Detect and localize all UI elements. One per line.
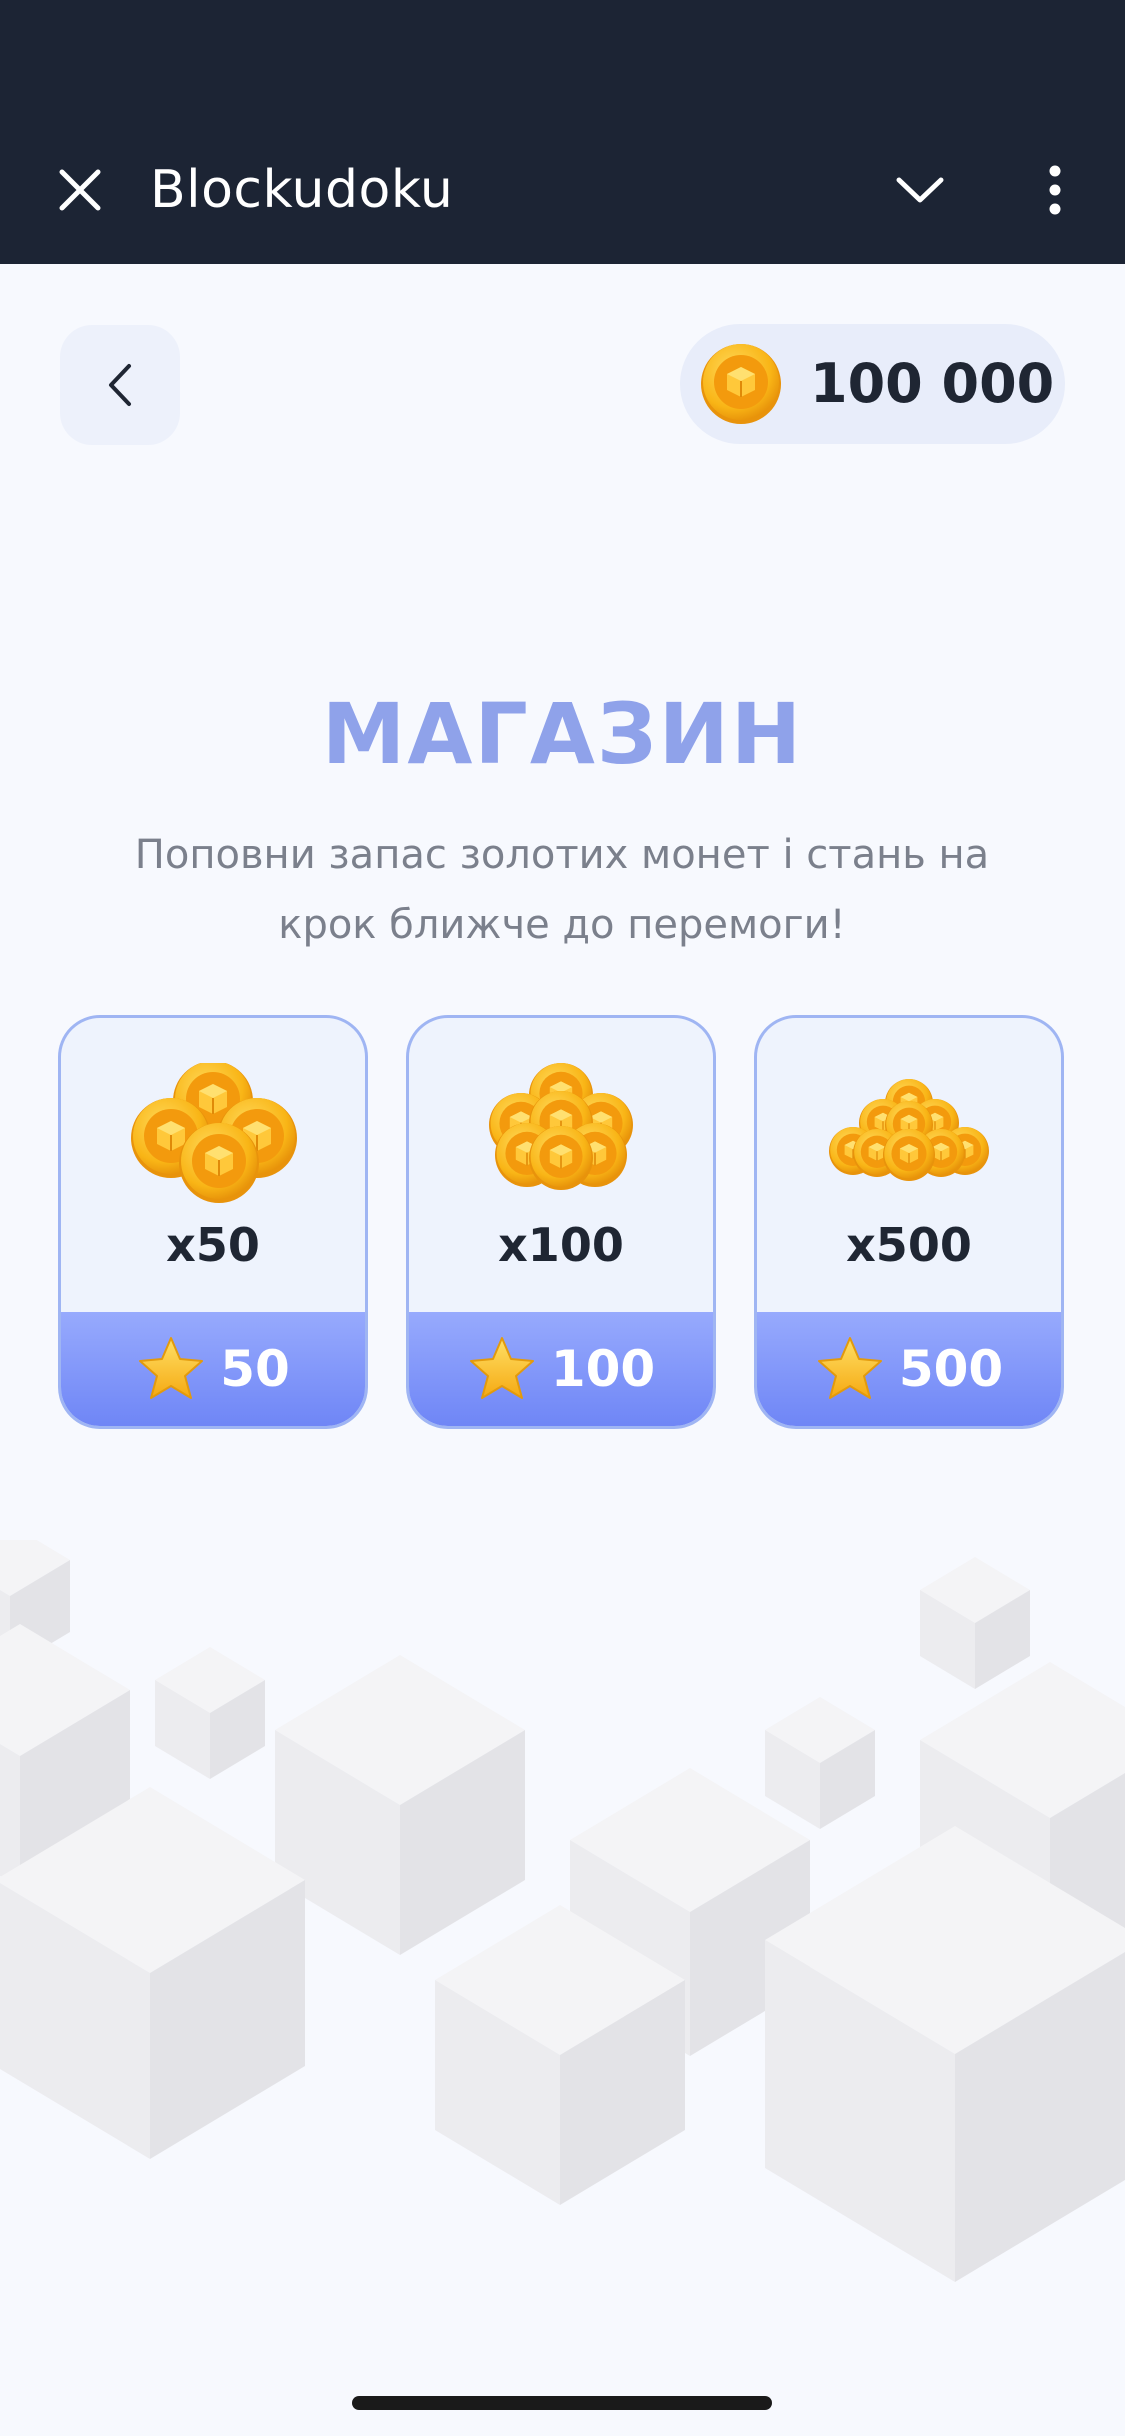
background-cubes-decoration (0, 1540, 1125, 2282)
close-icon (59, 169, 101, 211)
coin-pile-large-icon (828, 1078, 990, 1182)
offer-quantity: x500 (846, 1218, 972, 1272)
home-indicator[interactable] (352, 2396, 772, 2410)
coin-pile-small-icon (130, 1063, 298, 1204)
more-vertical-icon (1049, 165, 1061, 215)
coin-balance: 100 000 (680, 324, 1065, 444)
close-button[interactable] (40, 150, 120, 230)
collapse-button[interactable] (880, 150, 960, 230)
shop-title: МАГАЗИН (321, 685, 804, 783)
star-icon (817, 1337, 882, 1399)
app-title: Blockudoku (150, 160, 454, 220)
gold-coin-icon (700, 343, 782, 425)
offer-card-50[interactable]: x50 50 (58, 1015, 368, 1429)
back-button[interactable] (60, 325, 180, 445)
back-chevron-icon (109, 364, 131, 406)
offer-price-button[interactable]: 50 (61, 1312, 365, 1426)
offer-quantity: x50 (166, 1218, 260, 1272)
balance-value: 100 000 (810, 352, 1055, 415)
offer-quantity: x100 (498, 1218, 624, 1272)
chevron-down-icon (896, 177, 944, 203)
offer-card-500[interactable]: x500 500 (754, 1015, 1064, 1429)
offer-card-100[interactable]: x100 100 (406, 1015, 716, 1429)
more-options-button[interactable] (1015, 150, 1095, 230)
coin-pile-medium-icon (488, 1063, 634, 1191)
shop-subtitle: Поповни запас золотих монет і стань на к… (134, 832, 990, 948)
star-icon (139, 1337, 204, 1399)
offer-price: 500 (898, 1340, 1004, 1398)
app-top-bar: Blockudoku (0, 0, 1125, 264)
offer-price: 50 (220, 1340, 290, 1398)
star-icon (469, 1337, 534, 1399)
offer-price-button[interactable]: 500 (757, 1312, 1061, 1426)
offer-price-button[interactable]: 100 (409, 1312, 713, 1426)
offer-price: 100 (550, 1340, 656, 1398)
